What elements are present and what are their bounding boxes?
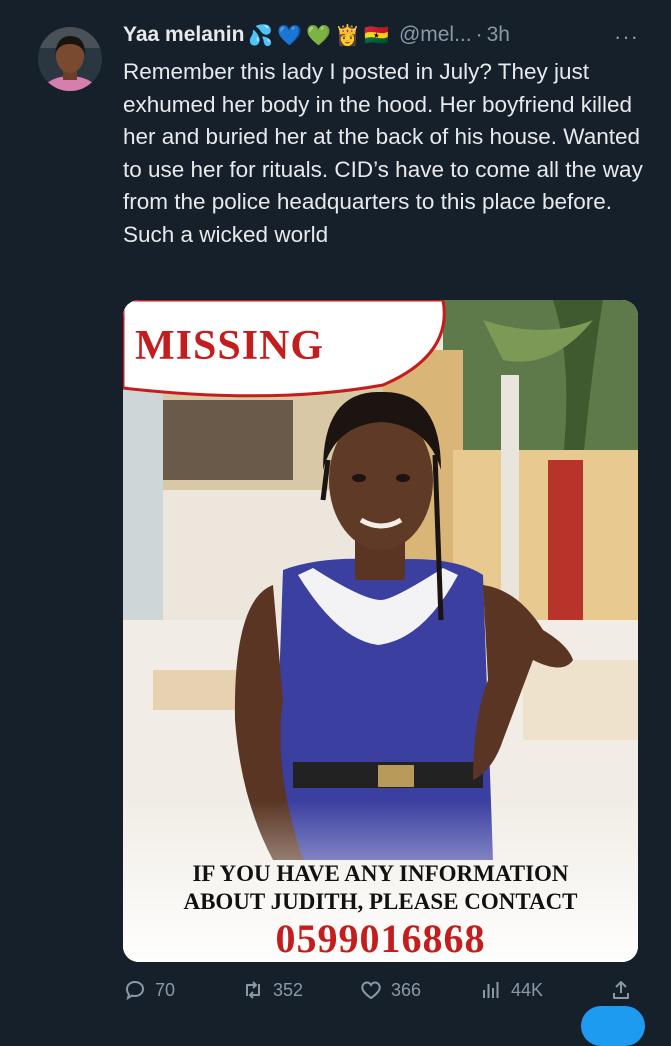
poster-phone-number: 0599016868: [275, 916, 486, 961]
heart-icon: [361, 981, 381, 1000]
views-icon: [483, 982, 499, 998]
view-count: 44K: [511, 979, 544, 1000]
author-handle[interactable]: @mel...: [399, 23, 472, 47]
reply-button[interactable]: 70: [123, 978, 175, 1002]
retweet-icon: [246, 981, 260, 999]
emoji-princess: 👸: [335, 24, 361, 47]
tweet-header: Yaa melanin 💦 💙 💚 👸 🇬🇭 @mel... · 3h ···: [123, 20, 643, 50]
tweet-text: Remember this lady I posted in July? The…: [123, 59, 643, 247]
avatar[interactable]: [35, 18, 105, 100]
emoji-green-heart: 💚: [306, 24, 332, 47]
retweet-count: 352: [273, 979, 304, 1000]
timestamp[interactable]: 3h: [487, 23, 510, 47]
reply-icon: [125, 980, 145, 1001]
author-name[interactable]: Yaa melanin: [123, 23, 244, 47]
tweet-media[interactable]: MISSING IF YOU HAVE ANY INFORMATION ABOU…: [123, 300, 638, 962]
emoji-blue-heart: 💙: [277, 24, 303, 47]
emoji-ghana-flag: 🇬🇭: [364, 24, 389, 47]
compose-fab[interactable]: [581, 1006, 645, 1046]
poster-caption-line2: ABOUT JUDITH, PLEASE CONTACT: [183, 889, 578, 914]
retweet-button[interactable]: 352: [241, 978, 303, 1002]
share-icon: [613, 981, 629, 999]
share-button[interactable]: [609, 978, 641, 1002]
separator: ·: [475, 23, 483, 46]
action-bar: 70 352 366 44K: [123, 978, 643, 1008]
views-button[interactable]: 44K: [479, 978, 543, 1002]
reply-count: 70: [155, 979, 176, 1000]
missing-headline: MISSING: [135, 323, 325, 369]
emoji-droplets: 💦: [248, 24, 274, 47]
like-button[interactable]: 366: [359, 978, 421, 1002]
like-count: 366: [391, 979, 422, 1000]
more-options-icon[interactable]: ···: [614, 24, 639, 50]
poster-caption-line1: IF YOU HAVE ANY INFORMATION: [192, 861, 569, 886]
